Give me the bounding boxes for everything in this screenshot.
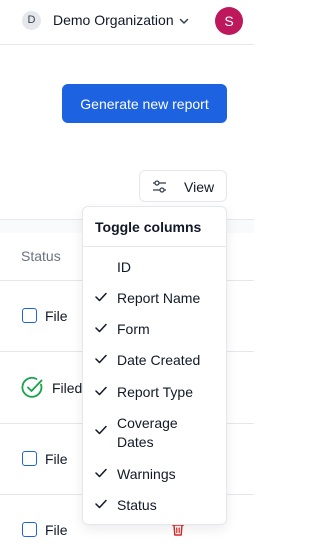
- chevron-down-icon[interactable]: [177, 14, 191, 28]
- menu-item-label: Date Created: [117, 352, 201, 368]
- check-icon: [95, 499, 107, 509]
- menu-item-coverage-dates[interactable]: Coverage Dates: [83, 414, 226, 452]
- menu-item-label: Coverage: [117, 415, 178, 431]
- check-icon: [95, 292, 107, 302]
- toggle-columns-menu: Toggle columns ID Report Name Form Date …: [82, 206, 227, 525]
- menu-item-report-name[interactable]: Report Name: [83, 289, 226, 307]
- menu-title: Toggle columns: [95, 219, 202, 235]
- status-cell: Filed: [52, 380, 83, 396]
- status-cell: File: [45, 451, 68, 467]
- view-button[interactable]: View: [139, 170, 227, 202]
- menu-divider: [83, 246, 226, 247]
- check-circle-icon: [21, 376, 43, 398]
- menu-item-date-created[interactable]: Date Created: [83, 351, 226, 369]
- menu-item-label: Status: [117, 497, 157, 513]
- check-icon: [95, 425, 107, 435]
- user-avatar[interactable]: S: [215, 7, 243, 35]
- check-icon: [95, 354, 107, 364]
- status-cell: File: [45, 308, 68, 324]
- row-checkbox[interactable]: [22, 308, 37, 323]
- top-bar: D Demo Organization S: [0, 0, 254, 45]
- menu-item-warnings[interactable]: Warnings: [83, 465, 226, 483]
- menu-item-form[interactable]: Form: [83, 320, 226, 338]
- menu-item-label: ID: [117, 259, 131, 275]
- check-icon: [95, 468, 107, 478]
- row-checkbox[interactable]: [22, 451, 37, 466]
- org-switcher-name[interactable]: Demo Organization: [53, 12, 174, 28]
- menu-item-status[interactable]: Status: [83, 496, 226, 514]
- menu-item-label: Form: [117, 321, 150, 337]
- menu-item-id[interactable]: ID: [83, 258, 226, 276]
- view-button-label: View: [184, 179, 215, 195]
- org-avatar[interactable]: D: [22, 11, 41, 30]
- sliders-icon: [153, 180, 166, 193]
- menu-item-label: Report Name: [117, 290, 201, 306]
- menu-item-label-line2: Dates: [117, 434, 154, 450]
- generate-report-button[interactable]: Generate new report: [62, 84, 227, 123]
- menu-item-label: Report Type: [117, 384, 194, 400]
- row-checkbox[interactable]: [22, 522, 37, 537]
- status-cell: File: [45, 522, 68, 538]
- menu-item-report-type[interactable]: Report Type: [83, 383, 226, 401]
- menu-item-label: Warnings: [117, 466, 176, 482]
- check-icon: [95, 386, 107, 396]
- column-header-status[interactable]: Status: [21, 248, 61, 264]
- check-icon: [95, 323, 107, 333]
